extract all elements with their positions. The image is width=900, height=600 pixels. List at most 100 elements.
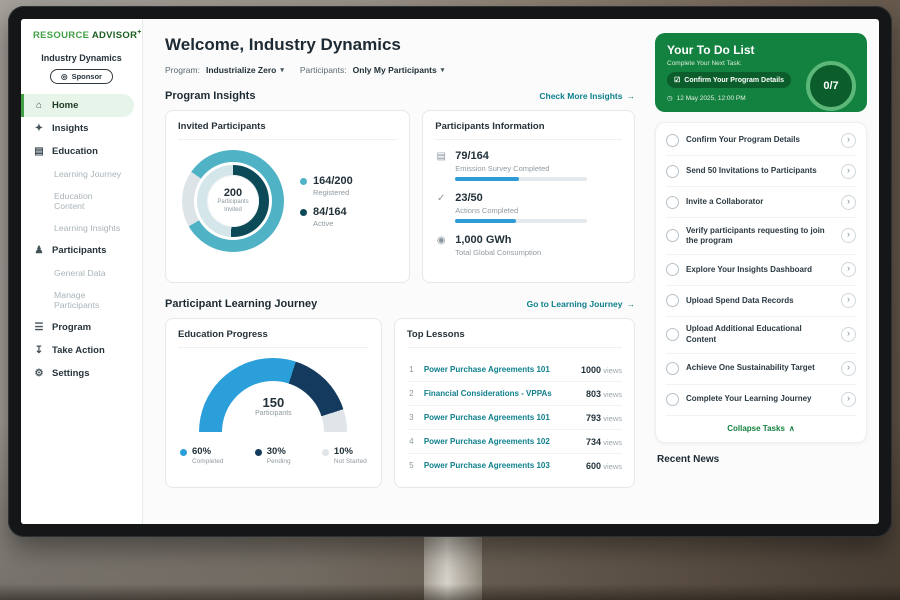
sidebar-item-label: General Data (54, 268, 106, 278)
sidebar-item-label: Manage Participants (54, 290, 122, 310)
sponsor-badge[interactable]: ◎ Sponsor (50, 69, 113, 84)
stat-label: Actions Completed (455, 206, 587, 215)
lesson-row: 2 Financial Considerations - VPPAs 803 v… (407, 382, 622, 406)
task-checkbox[interactable] (666, 294, 679, 307)
participants-select[interactable]: Only My Participants ▾ (353, 65, 445, 75)
sidebar-item[interactable]: Education Content (21, 185, 134, 217)
logo-plus: + (137, 29, 141, 36)
task-row[interactable]: Complete Your Learning Journey (666, 385, 856, 416)
sidebar-item[interactable]: Learning Insights (21, 217, 134, 239)
task-row[interactable]: Explore Your Insights Dashboard (666, 255, 856, 286)
legend-label: Completed (192, 458, 223, 465)
lesson-rank: 4 (407, 437, 416, 446)
monitor-bezel: RESOURCE ADVISOR+ Industry Dynamics ◎ Sp… (8, 6, 892, 537)
task-row[interactable]: Upload Additional Educational Content (666, 317, 856, 354)
lesson-link[interactable]: Financial Considerations - VPPAs (424, 389, 578, 398)
section-title-program-insights: Program Insights (165, 90, 255, 102)
task-row[interactable]: Verify participants requesting to join t… (666, 218, 856, 255)
sidebar-item-label: Home (52, 100, 78, 111)
lessons-list: 1 Power Purchase Agreements 101 1000 vie… (407, 358, 622, 477)
dashboard-screen: RESOURCE ADVISOR+ Industry Dynamics ◎ Sp… (21, 19, 879, 524)
legend-item: 60% Completed (180, 446, 223, 465)
chevron-right-icon[interactable] (841, 293, 856, 308)
sidebar-nav: ⌂ Home ✦ Insights ▤ Education (21, 94, 142, 385)
gauge-center-label: Participants (255, 410, 292, 417)
task-checkbox[interactable] (666, 362, 679, 375)
go-to-learning-journey-link[interactable]: Go to Learning Journey → (527, 299, 635, 309)
task-row[interactable]: Invite a Collaborator (666, 187, 856, 218)
clock-icon: ◷ (667, 94, 673, 102)
sidebar-item[interactable]: Manage Participants (21, 284, 134, 316)
chevron-right-icon[interactable] (841, 262, 856, 277)
check-more-insights-link[interactable]: Check More Insights → (539, 91, 635, 101)
task-checkbox[interactable] (666, 328, 679, 341)
sidebar-item[interactable]: General Data (21, 262, 134, 284)
legend-item: 10% Not Started (322, 446, 367, 465)
task-row[interactable]: Confirm Your Program Details (666, 125, 856, 156)
stat-value: 23/50 (455, 192, 587, 204)
legend-value: 10% (334, 446, 367, 457)
education-progress-card: Education Progress 150 Participants (165, 318, 382, 488)
stats-list: ▤ 79/164 Emission Survey Completed (435, 150, 622, 261)
sidebar-item[interactable]: ▤ Education (21, 140, 134, 163)
task-row[interactable]: Achieve One Sustainability Target (666, 354, 856, 385)
task-checkbox[interactable] (666, 134, 679, 147)
program-select[interactable]: Industrialize Zero ▾ (206, 65, 284, 75)
sidebar-item[interactable]: ✦ Insights (21, 117, 134, 140)
task-row[interactable]: Send 50 Invitations to Participants (666, 156, 856, 187)
legend-item: 30% Pending (255, 446, 291, 465)
task-label: Verify participants requesting to join t… (686, 226, 834, 247)
sidebar-item[interactable]: ↧ Take Action (21, 339, 134, 362)
task-label: Explore Your Insights Dashboard (686, 265, 834, 275)
legend-label: Active (313, 219, 347, 228)
sidebar-item-label: Learning Journey (54, 169, 121, 179)
chevron-right-icon[interactable] (841, 195, 856, 210)
chevron-right-icon[interactable] (841, 361, 856, 376)
collapse-tasks-button[interactable]: Collapse Tasks ∧ (721, 423, 801, 434)
task-row[interactable]: Upload Spend Data Records (666, 286, 856, 317)
task-checkbox[interactable] (666, 165, 679, 178)
todo-progress-ring: 0/7 (806, 61, 856, 111)
top-lessons-card: Top Lessons 1 Power Purchase Agreements … (394, 318, 635, 488)
task-label: Complete Your Learning Journey (686, 394, 834, 404)
progress-bar (455, 177, 587, 181)
chevron-right-icon[interactable] (841, 327, 856, 342)
chevron-up-icon: ∧ (789, 424, 795, 433)
task-checkbox[interactable] (666, 263, 679, 276)
lesson-link[interactable]: Power Purchase Agreements 103 (424, 461, 578, 470)
sidebar-item-label: Learning Insights (54, 223, 120, 233)
sidebar-item[interactable]: ☰ Program (21, 316, 134, 339)
chevron-right-icon[interactable] (841, 228, 856, 243)
logo-advisor: ADVISOR (92, 30, 137, 41)
settings-icon: ⚙ (33, 368, 45, 379)
lesson-views: 803 views (586, 389, 622, 399)
lesson-link[interactable]: Power Purchase Agreements 102 (424, 437, 578, 446)
legend-item: 84/164 Active (300, 206, 353, 228)
task-label: Upload Additional Educational Content (686, 324, 834, 345)
sidebar-item[interactable]: Learning Journey (21, 163, 134, 185)
stat-value: 1,000 GWh (455, 234, 541, 246)
next-task-pill[interactable]: ☑ Confirm Your Program Details (667, 72, 791, 88)
sidebar-item[interactable]: ♟ Participants (21, 239, 134, 262)
sidebar-item-label: Take Action (52, 345, 105, 356)
chevron-right-icon[interactable] (841, 133, 856, 148)
chevron-right-icon[interactable] (841, 164, 856, 179)
sidebar-item[interactable]: ⌂ Home (21, 94, 134, 117)
arrow-right-icon: → (627, 299, 636, 309)
sidebar-item[interactable]: ⚙ Settings (21, 362, 134, 385)
lesson-link[interactable]: Power Purchase Agreements 101 (424, 365, 573, 374)
tasks-card: Confirm Your Program Details Send 50 Inv… (655, 122, 867, 443)
lesson-rank: 1 (407, 365, 416, 374)
legend-item: 164/200 Registered (300, 175, 353, 197)
progress-bar-fill (455, 219, 516, 223)
lesson-link[interactable]: Power Purchase Agreements 101 (424, 413, 578, 422)
task-checkbox[interactable] (666, 196, 679, 209)
chevron-right-icon[interactable] (841, 392, 856, 407)
stat-value: 79/164 (455, 150, 587, 162)
todo-header-card: Your To Do List Complete Your Next Task:… (655, 33, 867, 112)
task-checkbox[interactable] (666, 229, 679, 242)
task-checkbox[interactable] (666, 393, 679, 406)
tasks-list: Confirm Your Program Details Send 50 Inv… (666, 125, 856, 416)
legend-label: Registered (313, 188, 353, 197)
sponsor-icon: ◎ (61, 72, 68, 81)
